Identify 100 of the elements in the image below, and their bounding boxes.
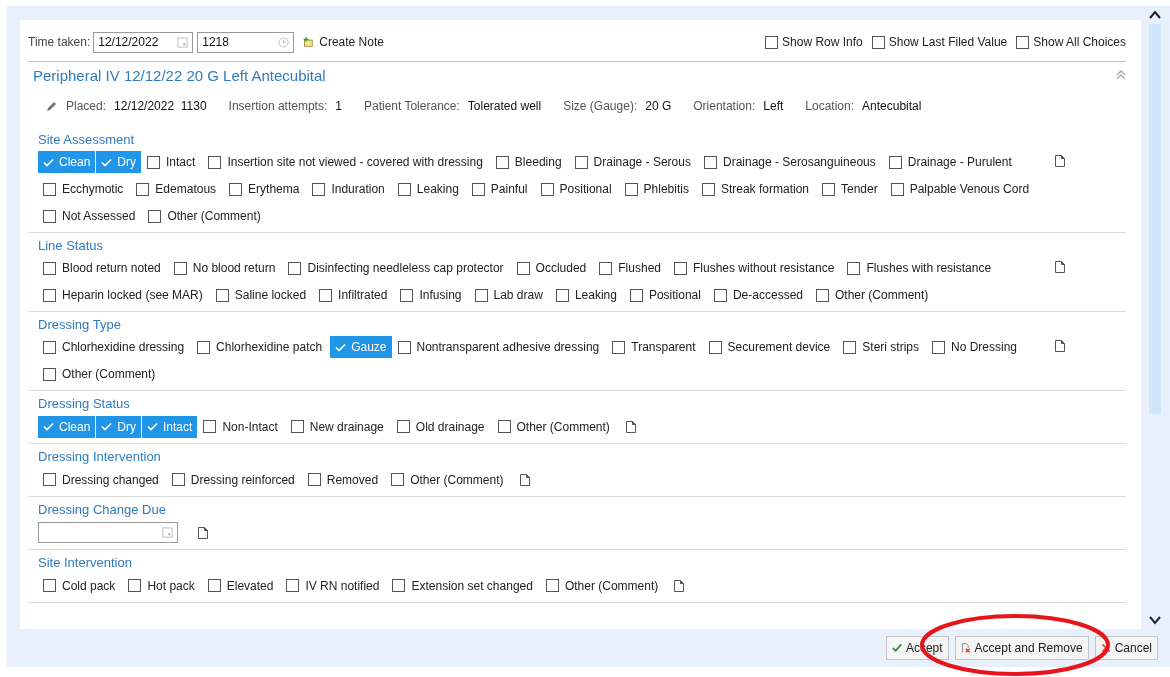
- option-checkbox[interactable]: Other (Comment): [540, 574, 659, 597]
- option-checkbox[interactable]: Chlorhexidine dressing: [38, 336, 185, 358]
- option-checkbox[interactable]: Drainage - Purulent: [883, 151, 1012, 173]
- check-icon: [101, 422, 113, 431]
- scroll-down-icon[interactable]: [1149, 615, 1161, 625]
- option-checkbox[interactable]: Leaking: [550, 284, 617, 306]
- option-checkbox[interactable]: Flushes with resistance: [842, 257, 992, 279]
- option-checkbox[interactable]: Transparent: [607, 336, 696, 358]
- time-field[interactable]: 1218: [197, 31, 295, 53]
- detail-label: Placed:: [66, 99, 107, 113]
- scroll-up-icon[interactable]: [1149, 10, 1161, 20]
- close-icon: [1100, 642, 1111, 654]
- option-checkbox[interactable]: Ecchymotic: [38, 178, 124, 200]
- option-checkbox[interactable]: Insertion site not viewed - covered with dressing: [203, 151, 483, 173]
- detail-label: Orientation:: [693, 99, 756, 113]
- option-checkbox[interactable]: Cold pack: [38, 574, 116, 597]
- option-checkbox[interactable]: Old drainage: [391, 415, 485, 438]
- section-title: Dressing Type: [38, 316, 122, 334]
- option-checkbox[interactable]: Elevated: [202, 574, 274, 597]
- option-checkbox[interactable]: Not Assessed: [38, 205, 136, 227]
- detail-value: Left: [763, 99, 784, 113]
- option-checkbox[interactable]: Infusing: [395, 284, 462, 306]
- option-checkbox[interactable]: IV RN notified: [281, 574, 380, 597]
- option-checkbox[interactable]: Drainage - Serous: [569, 151, 691, 173]
- option-checkbox[interactable]: Removed: [302, 468, 379, 491]
- option-checkbox[interactable]: Securement device: [703, 336, 831, 358]
- time-label: Time taken:: [28, 35, 91, 49]
- detail-value: Antecubital: [862, 99, 922, 113]
- option-checkbox[interactable]: No Dressing: [927, 336, 1017, 358]
- detail-label: Patient Tolerance:: [363, 99, 460, 113]
- option-checkbox[interactable]: Heparin locked (see MAR): [38, 284, 203, 306]
- scrollbar-thumb[interactable]: [1149, 24, 1161, 414]
- option-checkbox[interactable]: Flushes without resistance: [669, 257, 835, 279]
- note-icon[interactable]: [1055, 340, 1065, 352]
- note-icon[interactable]: [674, 579, 685, 592]
- option-checkbox[interactable]: Other (Comment): [492, 415, 610, 438]
- option-checkbox[interactable]: Saline locked: [210, 284, 307, 306]
- accept-button[interactable]: Accept and Remove: [954, 636, 1089, 660]
- option-checkbox[interactable]: Occluded: [511, 257, 587, 279]
- device-title: Peripheral IV 12/12/22 20 G Left Antecubital: [33, 66, 326, 84]
- option-checkbox[interactable]: Other (Comment): [811, 284, 929, 306]
- option-checkbox[interactable]: Infiltrated: [314, 284, 388, 306]
- pencil-icon[interactable]: [46, 100, 58, 112]
- note-icon[interactable]: [198, 526, 208, 539]
- detail-value: 1: [335, 99, 342, 113]
- option-checkbox[interactable]: Chlorhexidine patch: [192, 336, 323, 358]
- option-checkbox[interactable]: Steri strips: [838, 336, 919, 358]
- option-checkbox[interactable]: Dressing reinforced: [166, 468, 295, 491]
- detail-label: Size (Gauge):: [563, 99, 638, 113]
- option-checkbox[interactable]: Hot pack: [123, 574, 195, 597]
- option-checkbox[interactable]: Disinfecting needleless cap protector: [283, 257, 504, 279]
- note-icon[interactable]: [625, 420, 636, 433]
- note-icon[interactable]: [519, 473, 530, 486]
- option-checkbox[interactable]: Other (Comment): [143, 205, 261, 227]
- option-checkbox[interactable]: Nontransparent adhesive dressing: [392, 336, 600, 358]
- show-option-checkbox[interactable]: Show Row Info: [765, 35, 863, 49]
- create-note-button[interactable]: Create Note: [298, 31, 384, 53]
- option-checkbox[interactable]: Streak formation: [696, 178, 809, 200]
- detail-value: 20 G: [645, 99, 672, 113]
- option-checkbox[interactable]: Other (Comment): [38, 363, 156, 385]
- section-title: Site Intervention: [38, 554, 133, 572]
- option-checkbox[interactable]: Tender: [817, 178, 878, 200]
- section-title: Dressing Intervention: [38, 448, 162, 466]
- option-checkbox[interactable]: Palpable Venous Cord: [885, 178, 1030, 200]
- detail-label: Location:: [805, 99, 854, 113]
- option-checkbox[interactable]: Non-Intact: [198, 415, 278, 438]
- show-option-checkbox[interactable]: Show Last Filed Value: [871, 35, 1008, 49]
- option-checkbox[interactable]: Edematous: [131, 178, 217, 200]
- option-checkbox[interactable]: Positional: [624, 284, 701, 306]
- remove-document-icon: [960, 642, 971, 654]
- option-checkbox[interactable]: Induration: [307, 178, 385, 200]
- detail-value: 12/12/2022 1130: [114, 99, 207, 113]
- check-icon: [891, 642, 902, 654]
- check-icon: [147, 422, 159, 431]
- option-checkbox[interactable]: Positional: [535, 178, 612, 200]
- option-checkbox[interactable]: Leaking: [392, 178, 459, 200]
- option-checkbox[interactable]: De-accessed: [708, 284, 803, 306]
- option-checkbox[interactable]: Drainage - Serosanguineous: [698, 151, 876, 173]
- option-checkbox[interactable]: Bleeding: [490, 151, 562, 173]
- option-checkbox[interactable]: Dressing changed: [38, 468, 159, 491]
- detail-value: Tolerated well: [467, 99, 542, 113]
- option-checkbox[interactable]: Painful: [466, 178, 528, 200]
- option-checkbox[interactable]: Flushed: [594, 257, 661, 279]
- date-field[interactable]: 12/12/2022: [93, 31, 194, 53]
- option-checkbox[interactable]: Intact: [142, 151, 196, 173]
- option-checkbox[interactable]: Other (Comment): [386, 468, 504, 491]
- option-checkbox[interactable]: No blood return: [168, 257, 276, 279]
- note-icon[interactable]: [1055, 155, 1065, 167]
- option-checkbox[interactable]: Lab draw: [469, 284, 543, 306]
- option-checkbox[interactable]: Extension set changed: [387, 574, 533, 597]
- section-title: Site Assessment: [38, 131, 136, 149]
- option-checkbox[interactable]: New drainage: [285, 415, 384, 438]
- date-field[interactable]: [38, 522, 178, 543]
- note-icon[interactable]: [1055, 261, 1065, 273]
- option-checkbox[interactable]: Phlebitis: [619, 178, 689, 200]
- option-checkbox[interactable]: Erythema: [224, 178, 300, 200]
- show-option-checkbox[interactable]: Show All Choices: [1016, 35, 1126, 49]
- cancel-button[interactable]: Cancel: [1094, 636, 1158, 660]
- option-checkbox[interactable]: Blood return noted: [38, 257, 161, 279]
- add-note-icon: [303, 36, 314, 48]
